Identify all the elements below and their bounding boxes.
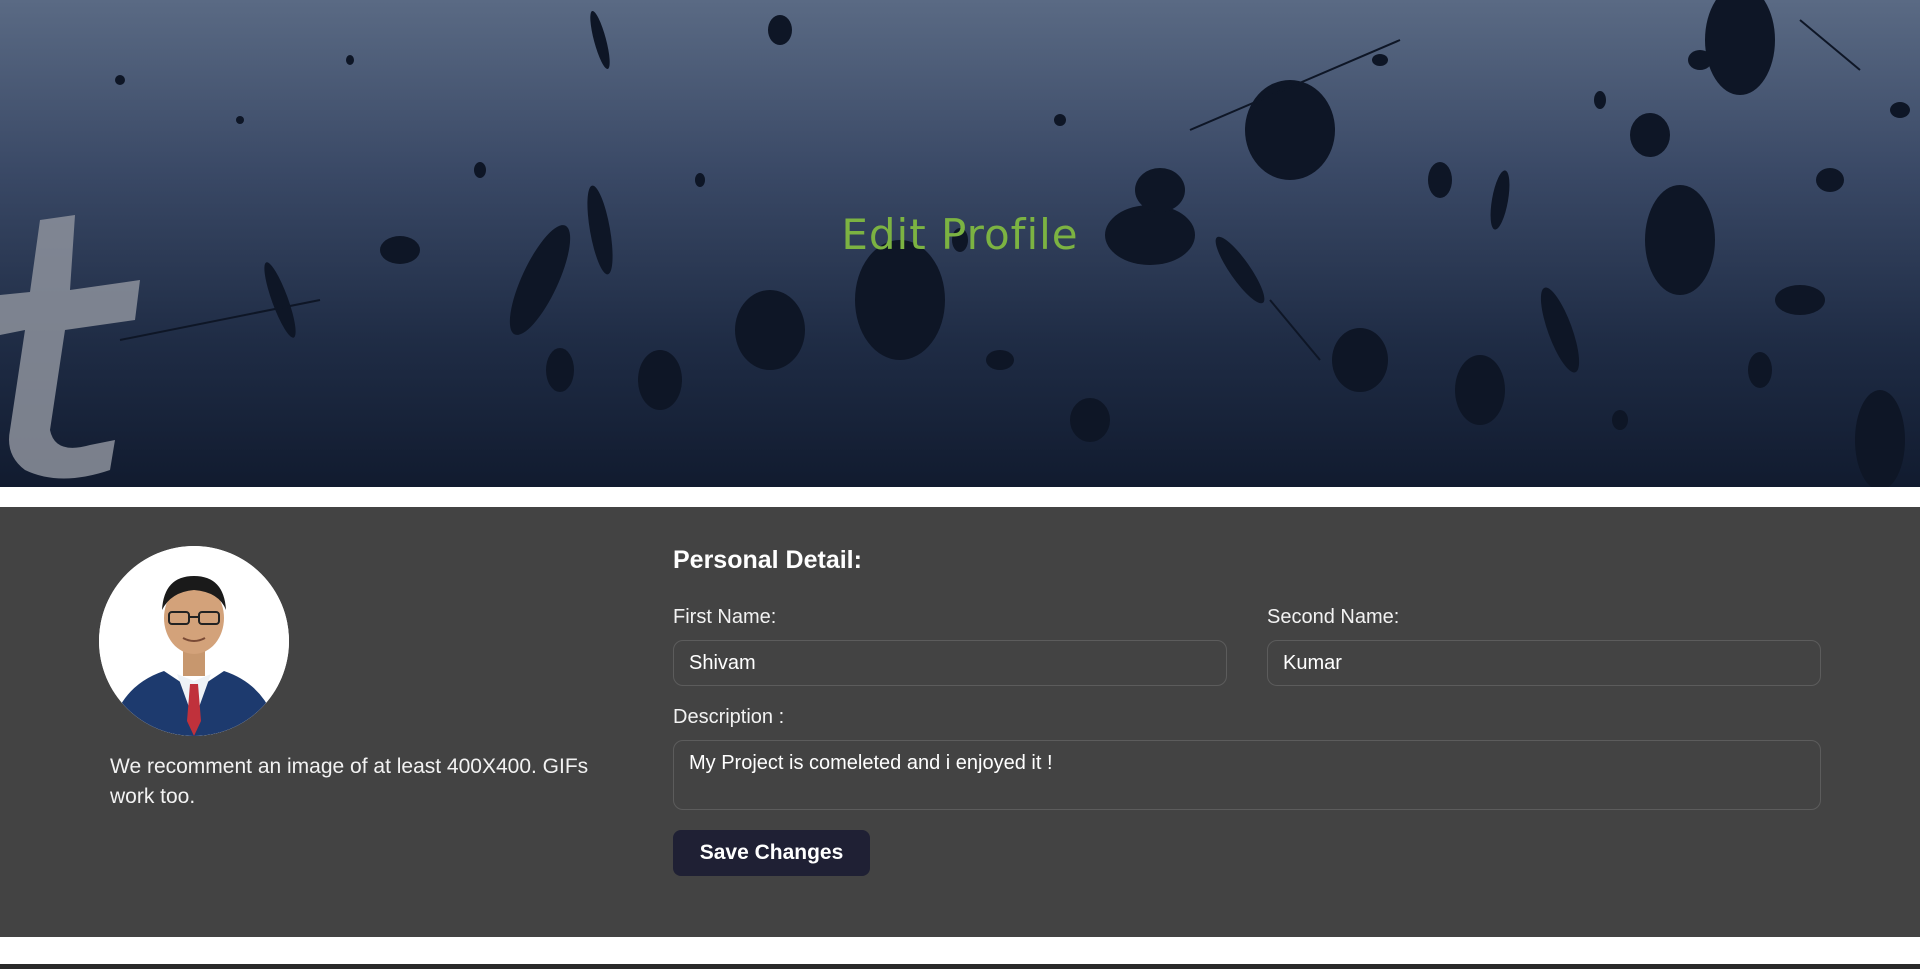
hero-banner: Edit Profile [0, 0, 1920, 487]
profile-photo-image [99, 546, 289, 736]
page-title: Edit Profile [841, 210, 1079, 259]
second-name-label: Second Name: [1267, 606, 1400, 628]
first-name-label: First Name: [673, 606, 777, 628]
second-name-field[interactable]: Kumar [1267, 640, 1821, 686]
personal-detail-heading: Personal Detail: [673, 546, 862, 574]
avatar[interactable] [99, 546, 289, 736]
first-name-field[interactable]: Shivam [673, 640, 1227, 686]
save-changes-button[interactable]: Save Changes [673, 830, 870, 876]
description-label: Description : [673, 706, 785, 728]
footer-strip [0, 964, 1920, 969]
description-field[interactable]: My Project is comeleted and i enjoyed it… [673, 740, 1821, 810]
image-size-hint: We recomment an image of at least 400X40… [110, 755, 589, 808]
profile-panel [0, 507, 1920, 937]
